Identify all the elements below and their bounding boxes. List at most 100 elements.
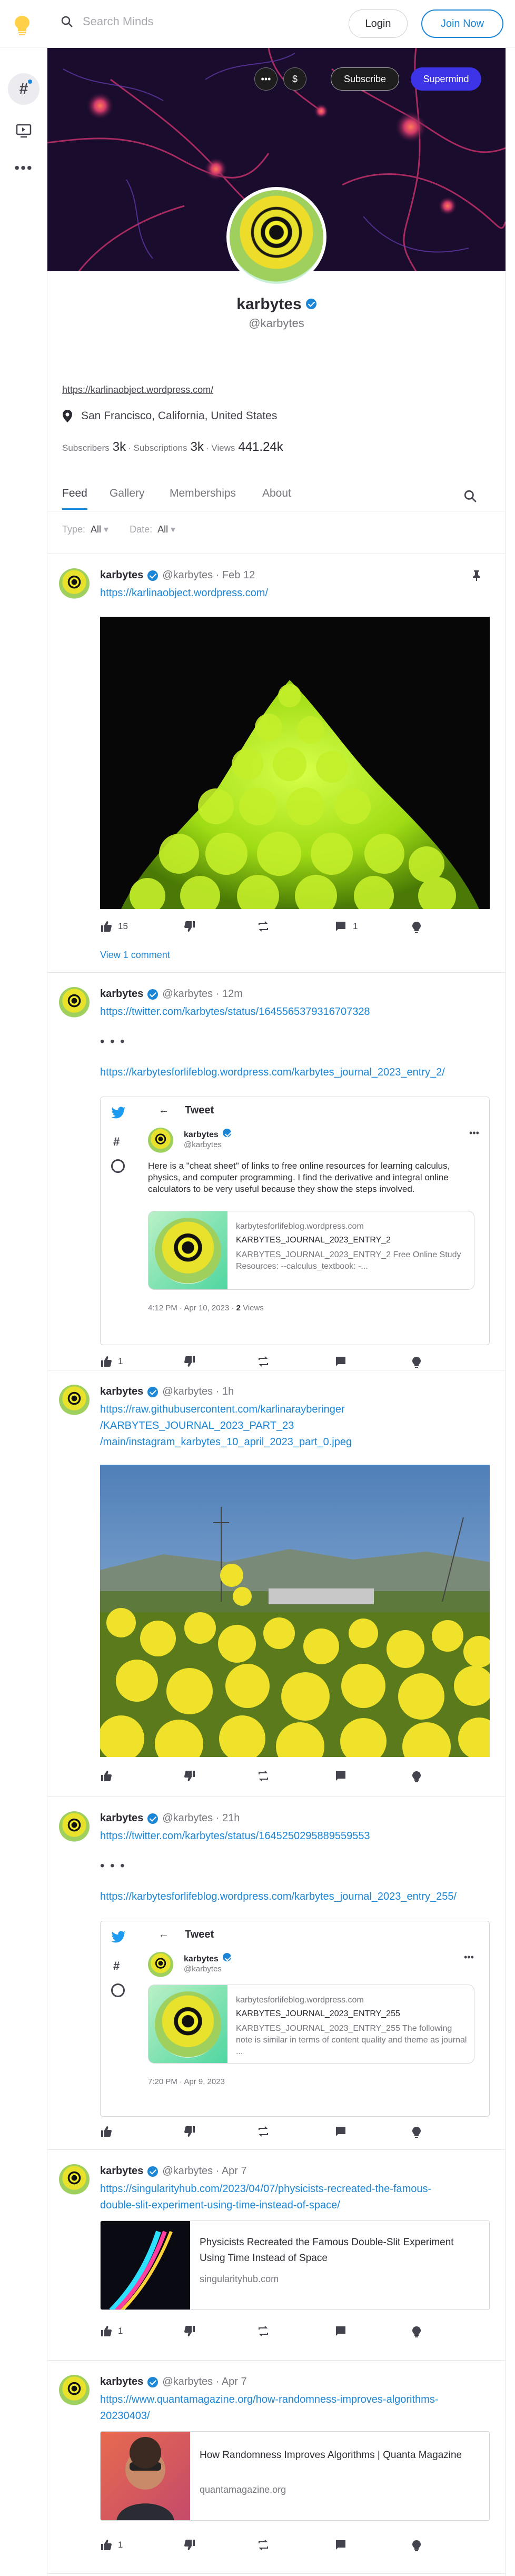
channel-name: karbytes <box>47 295 506 313</box>
post-link[interactable]: https://www.quantamagazine.org/how-rando… <box>100 2392 439 2424</box>
type-filter[interactable]: Type: All ▾ <box>62 524 108 535</box>
comment-button[interactable] <box>335 2325 346 2337</box>
post-link[interactable]: https://karlinaobject.wordpress.com/ <box>100 585 268 601</box>
avatar[interactable] <box>59 2375 90 2405</box>
supermind-bulb-icon <box>412 2127 421 2138</box>
more-options-icon[interactable]: ••• <box>464 1952 474 1963</box>
channel-avatar[interactable] <box>226 187 326 287</box>
supermind-bulb-icon <box>412 1771 421 1782</box>
supermind-button[interactable] <box>411 1770 422 1783</box>
supermind-button[interactable] <box>411 921 422 933</box>
avatar[interactable] <box>59 2164 90 2195</box>
supermind-button[interactable] <box>411 2325 422 2338</box>
thumbs-down-button[interactable] <box>184 1356 196 1367</box>
supermind-button[interactable] <box>411 2539 422 2552</box>
thumbs-up-button[interactable]: 1 <box>100 1356 123 1367</box>
tweet-embed[interactable]: ← Tweet # karbytes @karbytes ••• karbyte… <box>100 1921 490 2117</box>
verified-badge-icon <box>222 1953 231 1961</box>
login-button[interactable]: Login <box>349 9 408 38</box>
thumbs-up-button[interactable]: 1 <box>100 2325 123 2337</box>
comment-button[interactable] <box>335 2539 346 2551</box>
remind-button[interactable] <box>257 2539 270 2551</box>
post-link[interactable]: https://twitter.com/karbytes/status/1645… <box>100 1004 370 1020</box>
minds-logo-icon[interactable] <box>12 15 33 36</box>
post-actions <box>100 2126 490 2145</box>
tweet-handle: @karbytes <box>184 1965 222 1973</box>
view-comments-link[interactable]: View 1 comment <box>100 947 170 963</box>
thumbs-up-button[interactable] <box>100 1770 112 1782</box>
romanesco-broccoli-image[interactable] <box>100 617 490 909</box>
more-options-icon[interactable]: ••• <box>469 1128 479 1139</box>
search-icon[interactable] <box>463 489 477 503</box>
tweet-back-arrow-icon[interactable]: ← <box>159 1929 169 1941</box>
date-filter[interactable]: Date: All ▾ <box>130 524 175 535</box>
search-input[interactable]: Search Minds <box>83 15 154 28</box>
post-link[interactable]: https://raw.githubusercontent.com/karlin… <box>100 1401 352 1450</box>
supermind-bulb-icon <box>412 2540 421 2551</box>
tweet-link-card[interactable]: karbytesforlifeblog.wordpress.com KARBYT… <box>148 1985 474 2064</box>
remind-button[interactable] <box>257 2126 270 2137</box>
comment-button[interactable] <box>335 2126 346 2137</box>
post-link[interactable]: https://twitter.com/karbytes/status/1645… <box>100 1828 370 1844</box>
thumbs-down-button[interactable] <box>184 2539 196 2551</box>
supermind-button[interactable]: Supermind <box>411 67 481 91</box>
remind-button[interactable] <box>257 921 270 932</box>
tweet-embed[interactable]: ← Tweet # karbytes @karbytes ••• Here is… <box>100 1097 490 1345</box>
comment-button[interactable] <box>335 1356 346 1367</box>
feed-post: karbytes @karbytes · Feb 12 https://karli… <box>47 554 506 972</box>
more-options-icon[interactable]: ••• <box>254 67 278 91</box>
thumbs-down-button[interactable] <box>184 1770 196 1782</box>
comment-icon <box>336 922 345 931</box>
supermind-button[interactable] <box>411 2126 422 2138</box>
remind-repost-icon <box>259 1356 268 1367</box>
channel-website-link[interactable]: https://karlinaobject.wordpress.com/ <box>62 384 213 396</box>
subscribe-button[interactable]: Subscribe <box>331 67 399 91</box>
avatar[interactable] <box>59 1811 90 1842</box>
comment-button[interactable]: 1 <box>335 921 358 932</box>
comment-button[interactable] <box>335 1770 346 1782</box>
link-preview-card[interactable]: How Randomness Improves Algorithms | Qua… <box>100 2431 490 2521</box>
tweet-link-card[interactable]: karbytesforlifeblog.wordpress.com KARBYT… <box>148 1211 474 1290</box>
remind-repost-icon <box>259 2126 268 2137</box>
more-menu-icon[interactable]: ••• <box>8 152 39 184</box>
post-link[interactable]: https://singularityhub.com/2023/04/07/ph… <box>100 2181 431 2214</box>
tip-dollar-icon[interactable]: $ <box>283 67 306 91</box>
tweet-back-arrow-icon[interactable]: ← <box>159 1104 169 1117</box>
tweet-text: Here is a "cheat sheet" of links to free… <box>148 1161 450 1194</box>
card-title: KARBYTES_JOURNAL_2023_ENTRY_255 <box>236 2009 400 2018</box>
feed-post: karbytes @karbytes · 1h https://raw.githu… <box>47 1370 506 1797</box>
avatar[interactable] <box>59 1385 90 1415</box>
card-thumbnail <box>101 2432 190 2520</box>
remind-button[interactable] <box>257 1356 270 1367</box>
avatar[interactable] <box>59 568 90 599</box>
thumbs-up-button[interactable]: 15 <box>100 921 128 932</box>
thumbs-down-icon <box>184 2540 195 2550</box>
card-thumbnail <box>101 2221 190 2309</box>
avatar[interactable] <box>59 987 90 1018</box>
post-link[interactable]: https://karbytesforlifeblog.wordpress.co… <box>100 1889 457 1905</box>
boost-console-icon[interactable] <box>8 115 39 147</box>
discovery-hashtag-icon[interactable]: # <box>8 73 39 105</box>
feed-post: karbytes @karbytes · Apr 7 https://singul… <box>47 2149 506 2360</box>
supermind-button[interactable] <box>411 1356 422 1368</box>
join-now-button[interactable]: Join Now <box>421 9 503 38</box>
top-bar: Search Minds Login Join Now <box>0 0 515 47</box>
post-link[interactable]: https://karbytesforlifeblog.wordpress.co… <box>100 1064 445 1081</box>
yellow-flowers-field-image[interactable] <box>100 1465 490 1757</box>
thumbs-up-button[interactable]: 1 <box>100 2539 123 2551</box>
tab-gallery[interactable]: Gallery <box>110 487 145 500</box>
tab-memberships[interactable]: Memberships <box>170 487 236 500</box>
search-bar[interactable]: Search Minds <box>61 15 154 28</box>
verified-badge-icon <box>147 2166 159 2177</box>
verified-badge-icon <box>147 989 159 1000</box>
link-preview-card[interactable]: Physicists Recreated the Famous Double-S… <box>100 2220 490 2310</box>
thumbs-down-button[interactable] <box>184 2325 196 2337</box>
remind-button[interactable] <box>257 2325 270 2337</box>
tab-about[interactable]: About <box>262 487 291 500</box>
thumbs-up-button[interactable] <box>100 2126 112 2137</box>
thumbs-down-button[interactable] <box>184 2126 196 2137</box>
tab-feed[interactable]: Feed <box>62 487 87 510</box>
thumbs-down-button[interactable] <box>184 921 196 932</box>
remind-button[interactable] <box>257 1770 270 1782</box>
thumbs-up-icon <box>101 1771 112 1781</box>
